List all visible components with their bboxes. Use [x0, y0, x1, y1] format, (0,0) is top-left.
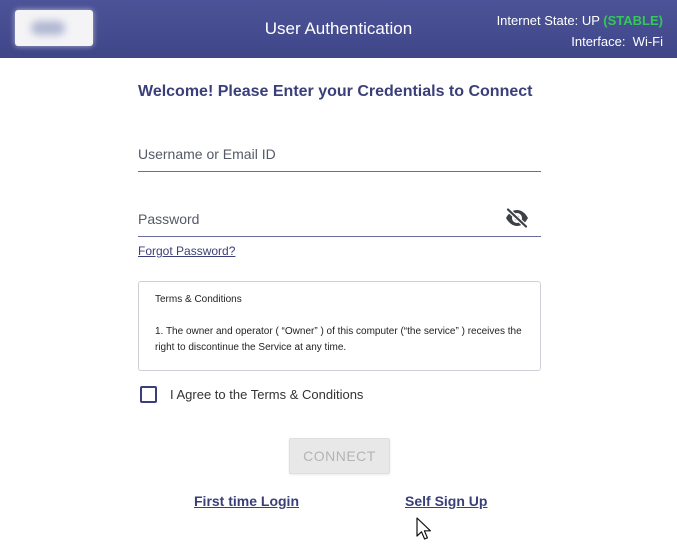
- password-input[interactable]: [138, 206, 498, 232]
- self-sign-up-link[interactable]: Self Sign Up: [405, 493, 487, 509]
- header-bar: User Authentication Internet State: UP (…: [0, 0, 677, 58]
- auth-page: User Authentication Internet State: UP (…: [0, 0, 677, 548]
- internet-state-label: Internet State: UP: [496, 13, 600, 28]
- agree-terms-checkbox[interactable]: [140, 386, 157, 403]
- network-status: Internet State: UP (STABLE) Interface: W…: [497, 10, 663, 52]
- interface-value: Wi-Fi: [632, 34, 663, 49]
- connect-button[interactable]: CONNECT: [289, 438, 390, 474]
- welcome-heading: Welcome! Please Enter your Credentials t…: [138, 83, 533, 100]
- eye-slash-icon[interactable]: [505, 208, 529, 228]
- interface-label: Interface:: [571, 34, 626, 49]
- agree-terms-label[interactable]: I Agree to the Terms & Conditions: [170, 387, 363, 402]
- username-input[interactable]: [138, 141, 498, 167]
- username-field: [138, 141, 541, 172]
- mouse-cursor-icon: [416, 517, 431, 540]
- password-field: [138, 206, 541, 237]
- terms-panel[interactable]: Terms & Conditions 1. The owner and oper…: [138, 281, 541, 371]
- internet-state-status: (STABLE): [603, 13, 663, 28]
- interface-line: Interface: Wi-Fi: [497, 31, 663, 52]
- terms-title: Terms & Conditions: [155, 294, 242, 305]
- first-time-login-link[interactable]: First time Login: [194, 493, 299, 509]
- forgot-password-link[interactable]: Forgot Password?: [138, 244, 235, 258]
- internet-state-line: Internet State: UP (STABLE): [497, 10, 663, 31]
- terms-text: 1. The owner and operator ( “Owner” ) of…: [155, 326, 522, 353]
